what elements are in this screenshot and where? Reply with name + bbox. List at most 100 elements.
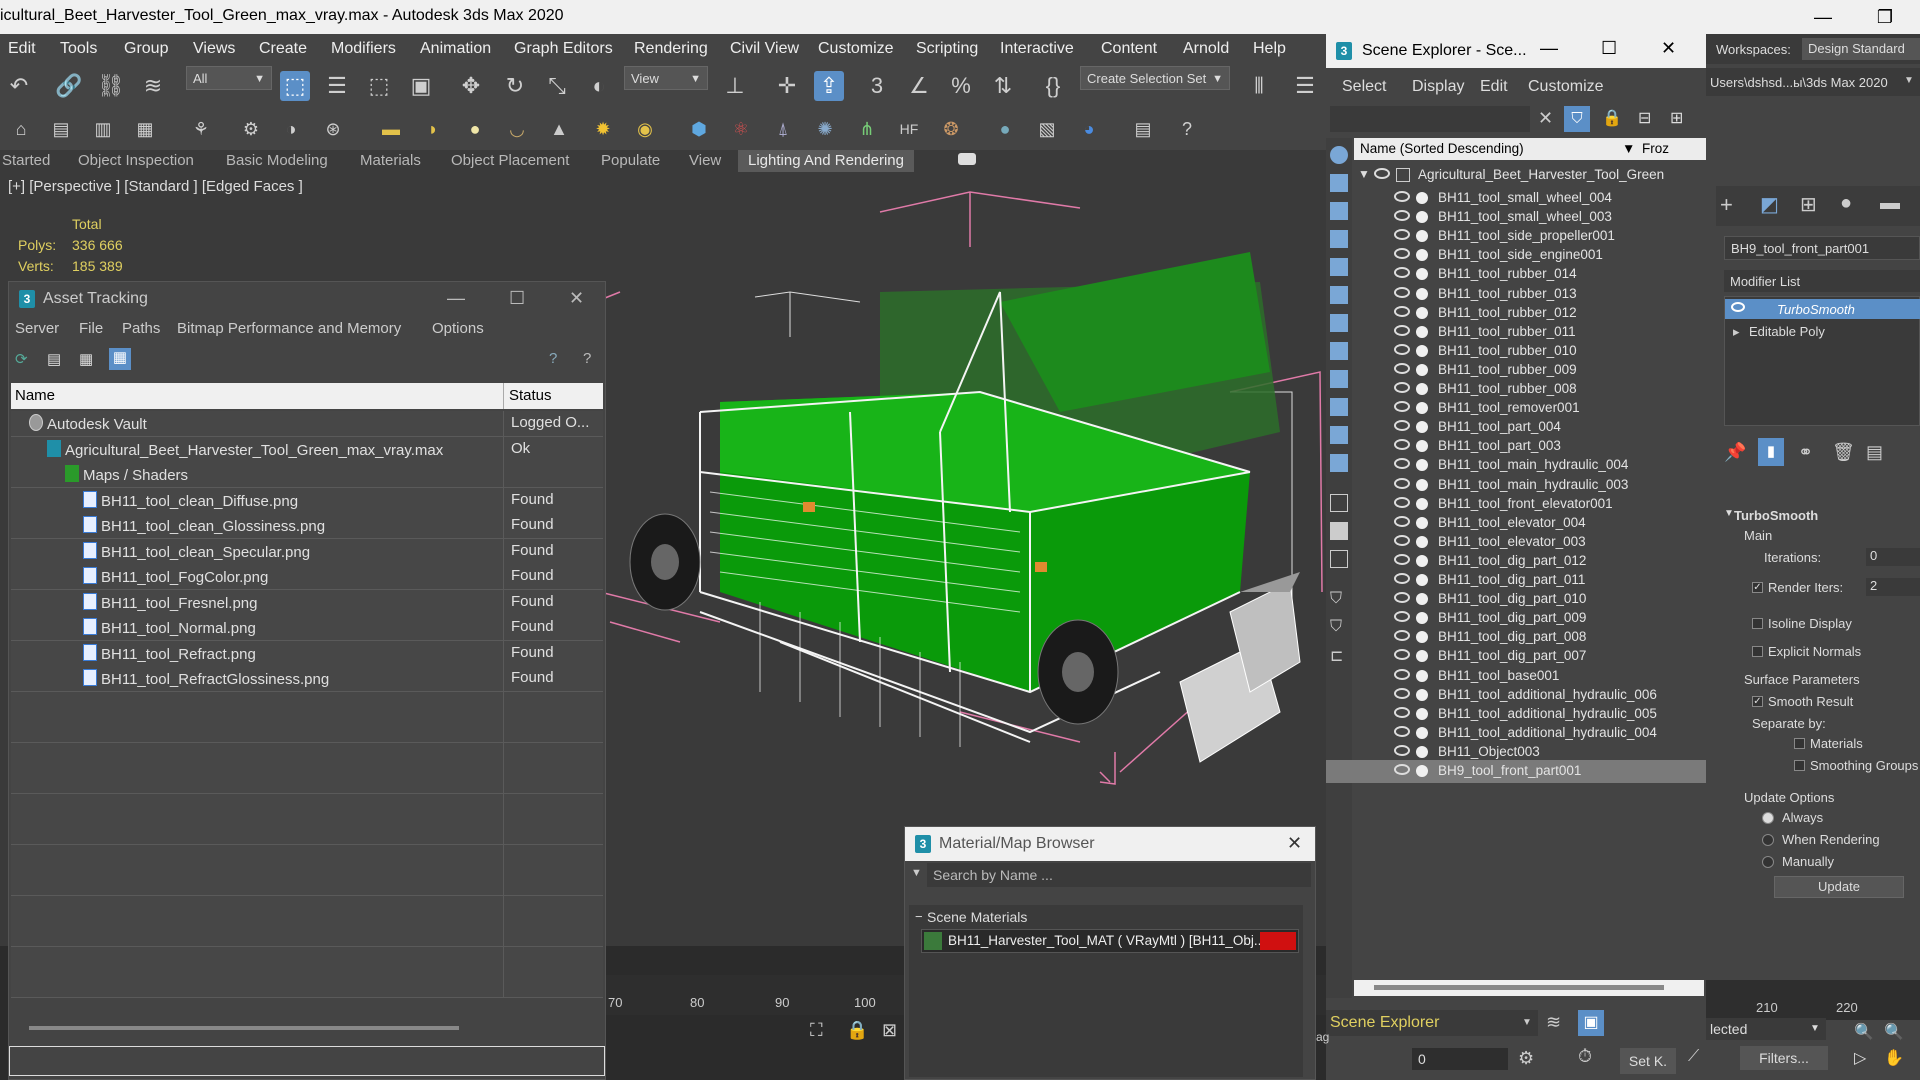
menu-interactive[interactable]: Interactive <box>1000 34 1074 64</box>
minimize-icon[interactable]: — <box>1800 0 1846 34</box>
scene-menu-customize[interactable]: Customize <box>1528 78 1604 96</box>
visibility-icon[interactable] <box>1394 611 1410 623</box>
renderable-icon[interactable] <box>1416 688 1428 701</box>
visibility-icon[interactable] <box>1394 477 1410 489</box>
horizontal-scrollbar[interactable] <box>29 1026 459 1030</box>
workspace-dropdown[interactable]: Design Standard <box>1802 38 1920 60</box>
rotate-icon[interactable]: ↻ <box>500 71 530 101</box>
close-icon[interactable]: ✕ <box>569 288 584 309</box>
link-icon[interactable]: 🔗 <box>54 71 84 101</box>
visibility-icon[interactable] <box>1394 267 1410 279</box>
schematic-view-icon[interactable]: ⚘ <box>186 114 216 144</box>
renderable-icon[interactable] <box>1416 249 1428 262</box>
select-by-name-icon[interactable]: ☰ <box>322 71 352 101</box>
table-row[interactable] <box>11 742 603 769</box>
angle-snap-icon[interactable]: ∠ <box>904 71 934 101</box>
maximize-icon[interactable]: ☐ <box>1601 38 1617 59</box>
table-row[interactable] <box>11 819 603 845</box>
visibility-icon[interactable] <box>1394 229 1410 241</box>
sun-light-icon[interactable]: ✹ <box>588 114 618 144</box>
selection-filter-dropdown[interactable]: All ▼ <box>186 66 272 90</box>
renderable-icon[interactable] <box>1416 344 1428 357</box>
menu-create[interactable]: Create <box>259 34 307 64</box>
move-icon[interactable]: ✥ <box>456 71 486 101</box>
scene-menu-edit[interactable]: Edit <box>1480 78 1508 96</box>
material-search-input[interactable]: Search by Name ... <box>927 863 1311 887</box>
visibility-icon[interactable] <box>1394 401 1410 413</box>
renderable-icon[interactable] <box>1416 325 1428 338</box>
table-row[interactable]: BH11_tool_Normal.png Found <box>11 615 603 641</box>
undo-icon[interactable]: ↶ <box>4 71 34 101</box>
table-row[interactable]: BH11_tool_clean_Specular.png Found <box>11 538 603 565</box>
visibility-icon[interactable] <box>1394 458 1410 470</box>
visibility-icon[interactable] <box>1394 553 1410 565</box>
tab-materials[interactable]: Materials <box>360 150 421 172</box>
table-view-icon[interactable]: ▦ <box>79 350 97 368</box>
visibility-icon[interactable] <box>1394 706 1410 718</box>
renderable-icon[interactable] <box>1416 535 1428 548</box>
visibility-icon[interactable] <box>1394 324 1410 336</box>
visibility-icon[interactable] <box>1394 573 1410 584</box>
tab-object-inspection[interactable]: Object Inspection <box>78 150 194 172</box>
restore-icon[interactable]: ❐ <box>1862 0 1908 34</box>
layers-toggle-icon[interactable]: ≋ <box>1546 1012 1570 1036</box>
edit-named-selection-icon[interactable]: {} <box>1038 71 1068 101</box>
table-row[interactable]: Maps / Shaders <box>11 462 603 488</box>
scene-menu-display[interactable]: Display <box>1412 78 1464 96</box>
asset-menu-bitmap-performance[interactable]: Bitmap Performance and Memory <box>177 320 401 337</box>
visibility-icon[interactable] <box>1394 725 1410 737</box>
lock-icon[interactable]: 🔒 <box>1602 108 1622 128</box>
table-row[interactable] <box>11 691 603 718</box>
snaps-toggle-icon[interactable]: 3 <box>862 71 892 101</box>
column-frozen[interactable]: Froz <box>1642 141 1669 156</box>
scene-search-input[interactable] <box>1330 106 1530 132</box>
scene-root-row[interactable]: ▼ Agricultural_Beet_Harvester_Tool_Green <box>1326 164 1706 187</box>
vray-frame-buffer-icon[interactable]: ● <box>990 114 1020 144</box>
tab-populate[interactable]: Populate <box>601 150 660 172</box>
remove-modifier-icon[interactable]: 🗑 <box>1832 442 1855 463</box>
visibility-icon[interactable] <box>1394 515 1410 527</box>
hierarchy-icon[interactable]: ⊟ <box>1638 108 1651 128</box>
column-status[interactable]: Status <box>509 387 552 404</box>
scale-icon[interactable]: ⤡ <box>542 71 572 101</box>
visibility-icon[interactable] <box>1374 168 1390 179</box>
renderable-icon[interactable] <box>1416 612 1428 625</box>
asset-menu-server[interactable]: Server <box>15 320 59 337</box>
molecule-icon[interactable]: ⚛ <box>726 114 756 144</box>
when-rendering-radio[interactable] <box>1762 834 1774 846</box>
scrollbar-thumb[interactable] <box>1374 985 1664 990</box>
vray-lights-icon[interactable]: ◕ <box>1074 114 1104 144</box>
renderable-icon[interactable] <box>1416 459 1428 472</box>
align-icon[interactable]: ☰ <box>1290 71 1320 101</box>
close-icon[interactable]: ✕ <box>1661 38 1676 59</box>
asset-menu-paths[interactable]: Paths <box>122 320 160 337</box>
table-row[interactable] <box>11 870 603 896</box>
renderable-icon[interactable] <box>1416 497 1428 510</box>
maximize-icon[interactable]: ☐ <box>509 288 525 309</box>
renderable-icon[interactable] <box>1416 669 1428 682</box>
browser-options-icon[interactable]: ▼ <box>911 867 922 879</box>
visibility-icon[interactable] <box>1731 302 1745 312</box>
table-row[interactable] <box>11 768 603 794</box>
table-row[interactable]: BH11_tool_RefractGlossiness.png Found <box>11 666 603 692</box>
make-unique-icon[interactable]: ⚭ <box>1798 442 1813 463</box>
table-row[interactable] <box>11 921 603 947</box>
visibility-icon[interactable] <box>1394 764 1410 775</box>
table-row[interactable]: Agricultural_Beet_Harvester_Tool_Green_m… <box>11 436 603 463</box>
renderable-icon[interactable] <box>1416 287 1428 300</box>
column-name-sorted[interactable]: Name (Sorted Descending) <box>1360 141 1524 156</box>
table-row[interactable] <box>11 946 603 973</box>
scene-menu-select[interactable]: Select <box>1342 78 1386 96</box>
turbosmooth-rollout-title[interactable]: TurboSmooth <box>1734 508 1818 523</box>
zoom-extents-icon[interactable]: ⛶ <box>810 1020 840 1050</box>
grid-view-icon[interactable]: ▦ <box>109 348 131 370</box>
vray-camera-icon[interactable]: ⍋ <box>768 114 798 144</box>
modify-tab-icon[interactable]: ◩ <box>1760 192 1779 217</box>
menu-animation[interactable]: Animation <box>420 34 491 64</box>
manually-radio[interactable] <box>1762 856 1774 868</box>
visibility-icon[interactable] <box>1394 534 1410 546</box>
toggle-ribbon-icon[interactable]: ▥ <box>88 114 118 144</box>
create-tab-icon[interactable]: + <box>1720 192 1733 218</box>
material-item[interactable]: BH11_Harvester_Tool_MAT ( VRayMtl ) [BH1… <box>921 929 1299 953</box>
visibility-icon[interactable] <box>1394 343 1410 355</box>
